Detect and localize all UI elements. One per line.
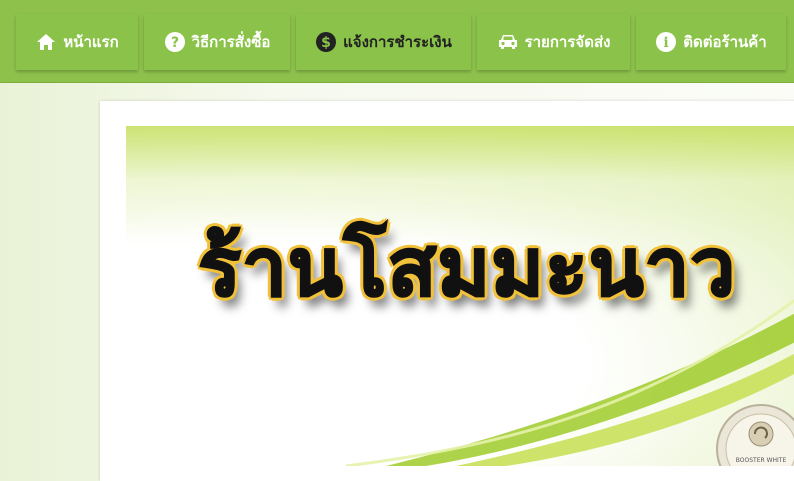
nav-payment-notify-label: แจ้งการชำระเงิน [343,33,452,51]
nav-home-label: หน้าแรก [63,33,119,51]
top-navigation-bar: หน้าแรก ? วิธีการสั่งซื้อ $ แจ้งการชำระเ… [0,0,794,82]
svg-text:i: i [664,35,669,51]
store-title: ร้านโสมมะนาว [197,220,737,315]
dollar-circle-icon: $ [315,31,337,53]
nav-contact[interactable]: i ติดต่อร้านค้า [636,14,786,70]
home-icon [35,31,57,53]
info-circle-icon: i [655,31,677,53]
store-banner: ร้านโสมมะนาว BOOSTER WHITE [126,126,794,466]
svg-text:$: $ [321,35,331,51]
nav-how-to-order-label: วิธีการสั่งซื้อ [191,33,271,51]
svg-text:?: ? [171,35,179,51]
nav-contact-label: ติดต่อร้านค้า [683,33,767,51]
product-seal-logo: BOOSTER WHITE [716,404,794,466]
nav-shipping-list-label: รายการจัดส่ง [524,33,611,51]
nav-home[interactable]: หน้าแรก [16,14,138,70]
svg-text:BOOSTER WHITE: BOOSTER WHITE [736,457,787,464]
car-icon [497,31,519,53]
nav-payment-notify[interactable]: $ แจ้งการชำระเงิน [296,14,471,70]
question-circle-icon: ? [164,31,186,53]
nav-how-to-order[interactable]: ? วิธีการสั่งซื้อ [144,14,290,70]
nav-shipping-list[interactable]: รายการจัดส่ง [477,14,630,70]
